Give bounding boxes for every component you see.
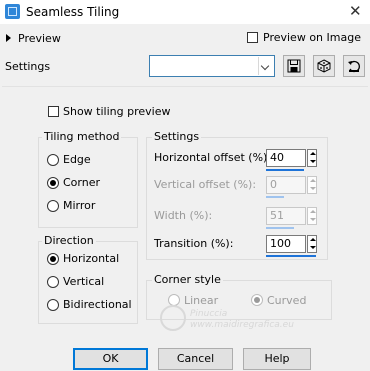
vertical-offset-label: Vertical offset (%): [154, 178, 257, 191]
reset-button[interactable] [343, 55, 365, 77]
corner-radio[interactable] [47, 177, 59, 189]
vertical-offset-input: 0 [266, 176, 306, 194]
horizontal-offset-spinner[interactable]: 40 [266, 149, 318, 171]
app-icon [5, 4, 20, 19]
transition-input[interactable]: 100 [266, 235, 306, 253]
horizontal-label[interactable]: Horizontal [63, 252, 119, 265]
chevron-down-icon[interactable] [258, 57, 273, 75]
horizontal-offset-input[interactable]: 40 [266, 149, 306, 167]
direction-title: Direction [42, 234, 96, 247]
watermark-url: www.maidiregrafica.eu [190, 320, 294, 330]
preview-on-image-label[interactable]: Preview on Image [263, 31, 361, 44]
corner-label[interactable]: Corner [63, 176, 100, 189]
floppy-disk-icon [287, 59, 301, 73]
dice-icon [317, 59, 331, 73]
bidirectional-radio[interactable] [47, 299, 59, 311]
bidirectional-label[interactable]: Bidirectional [63, 298, 132, 311]
transition-label: Transition (%): [154, 237, 234, 250]
preview-toggle-label[interactable]: Preview [18, 32, 61, 45]
randomize-button[interactable] [313, 55, 335, 77]
horizontal-radio[interactable] [47, 253, 59, 265]
expand-triangle-icon[interactable] [6, 34, 11, 42]
mirror-radio[interactable] [47, 200, 59, 212]
mirror-label[interactable]: Mirror [63, 199, 95, 212]
transition-stepper[interactable] [307, 235, 317, 253]
width-spinner: 51 [266, 207, 318, 229]
window-title: Seamless Tiling [26, 5, 120, 19]
help-button[interactable]: Help [243, 348, 311, 370]
transition-slider[interactable] [266, 255, 316, 257]
save-preset-button[interactable] [283, 55, 305, 77]
horizontal-offset-slider[interactable] [266, 169, 304, 171]
cancel-button[interactable]: Cancel [158, 348, 233, 370]
corner-style-title: Corner style [152, 273, 223, 286]
show-tiling-preview-label[interactable]: Show tiling preview [63, 105, 170, 118]
vertical-radio[interactable] [47, 276, 59, 288]
vertical-offset-stepper [307, 176, 317, 194]
vertical-offset-slider [266, 196, 284, 198]
watermark-name: Pinuccia [190, 309, 228, 319]
settings-group-title: Settings [152, 130, 202, 143]
vertical-offset-spinner: 0 [266, 176, 318, 198]
edge-radio[interactable] [47, 154, 59, 166]
linear-label: Linear [184, 294, 219, 307]
horizontal-offset-label: Horizontal offset (%): [154, 151, 272, 164]
transition-spinner[interactable]: 100 [266, 235, 318, 257]
preset-dropdown[interactable] [149, 55, 275, 77]
show-tiling-preview-checkbox[interactable] [48, 106, 59, 117]
settings-preset-label: Settings [5, 60, 51, 73]
horizontal-offset-stepper[interactable] [307, 149, 317, 167]
reset-arrow-icon [348, 60, 360, 73]
curved-label: Curved [267, 294, 307, 307]
preview-on-image-checkbox[interactable] [247, 32, 258, 43]
tiling-method-title: Tiling method [42, 130, 122, 143]
width-stepper [307, 207, 317, 225]
close-icon[interactable]: ✕ [349, 2, 362, 20]
width-input: 51 [266, 207, 306, 225]
watermark-logo [160, 305, 186, 331]
width-slider [266, 227, 294, 229]
vertical-label[interactable]: Vertical [63, 275, 104, 288]
width-label: Width (%): [154, 209, 213, 222]
edge-label[interactable]: Edge [63, 153, 91, 166]
ok-button[interactable]: OK [73, 348, 148, 370]
curved-radio [251, 294, 263, 306]
